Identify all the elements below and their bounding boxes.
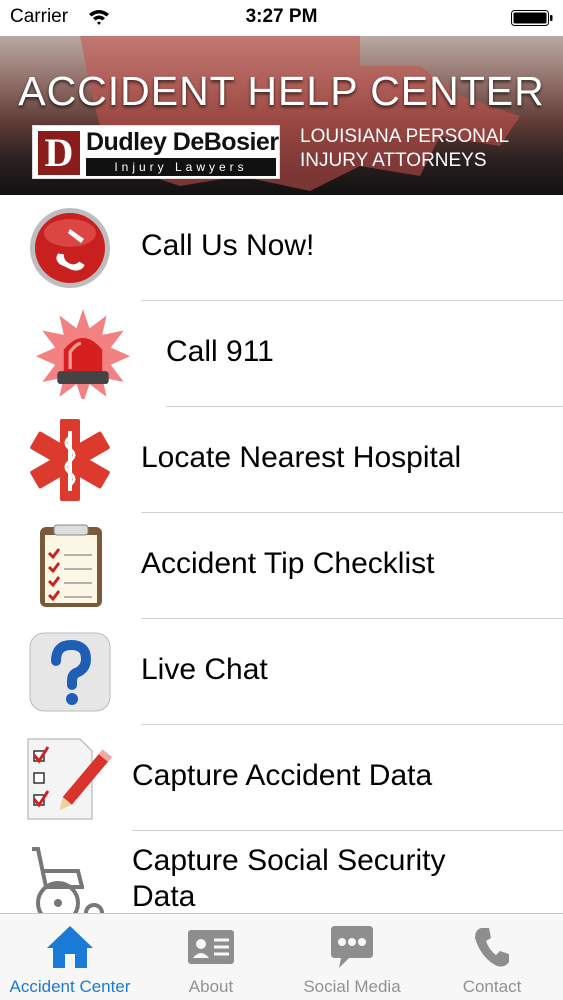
help-question-icon [29, 632, 111, 712]
menu-item-label: Call 911 [166, 335, 274, 368]
tagline-line-2: INJURY ATTORNEYS [300, 150, 487, 171]
phone-handset-icon [475, 928, 509, 967]
clock: 3:27 PM [245, 6, 318, 27]
menu-item-call-911[interactable]: Call 911 [0, 301, 563, 407]
battery-icon [511, 10, 553, 26]
menu-item-capture-accident[interactable]: Capture Accident Data [0, 725, 563, 831]
menu-item-live-chat[interactable]: Live Chat [0, 619, 563, 725]
tab-contact[interactable]: Contact [422, 914, 562, 1000]
tab-label: Social Media [303, 977, 401, 996]
tab-about[interactable]: About [141, 914, 281, 1000]
phone-icon [30, 208, 110, 288]
menu-item-label: Capture Social Security Data [132, 844, 446, 913]
tab-bar: Accident Center About Social Media Conta… [0, 913, 563, 1000]
logo-letter: D [38, 131, 80, 175]
medical-star-icon [30, 419, 110, 501]
menu-item-label: Accident Tip Checklist [141, 547, 435, 580]
tab-accident-center[interactable]: Accident Center [0, 914, 140, 1000]
menu-item-label: Locate Nearest Hospital [141, 441, 462, 474]
checklist-icon [40, 524, 102, 607]
menu-item-label: Call Us Now! [141, 229, 315, 262]
tab-label: Accident Center [9, 977, 131, 996]
header-banner: ACCIDENT HELP CENTER D Dudley DeBosier I… [0, 36, 563, 195]
contact-card-icon [188, 930, 234, 964]
tab-label: About [188, 977, 234, 996]
logo-subtitle: Injury Lawyers [86, 158, 276, 176]
home-icon [47, 926, 93, 968]
menu-item-capture-social-security[interactable]: Capture Social Security Data [0, 831, 563, 925]
tagline: LOUISIANA PERSONAL INJURY ATTORNEYS [300, 125, 509, 173]
siren-icon [35, 309, 131, 399]
tab-social-media[interactable]: Social Media [282, 914, 422, 1000]
menu-item-call-us[interactable]: Call Us Now! [0, 195, 563, 301]
menu-item-hospital[interactable]: Locate Nearest Hospital [0, 407, 563, 513]
chat-bubble-icon [331, 926, 373, 968]
menu-item-label: Live Chat [141, 653, 268, 686]
app-title: ACCIDENT HELP CENTER [18, 68, 545, 114]
firm-logo: D Dudley DeBosier Injury Lawyers [32, 125, 280, 179]
tab-label: Contact [462, 977, 522, 996]
checklist-pencil-icon [27, 738, 112, 820]
menu-item-label: Capture Accident Data [132, 759, 433, 792]
tagline-line-1: LOUISIANA PERSONAL [300, 126, 510, 147]
logo-name: Dudley DeBosier [86, 128, 279, 156]
status-bar: Carrier 3:27 PM [0, 0, 563, 36]
menu-item-checklist[interactable]: Accident Tip Checklist [0, 513, 563, 619]
